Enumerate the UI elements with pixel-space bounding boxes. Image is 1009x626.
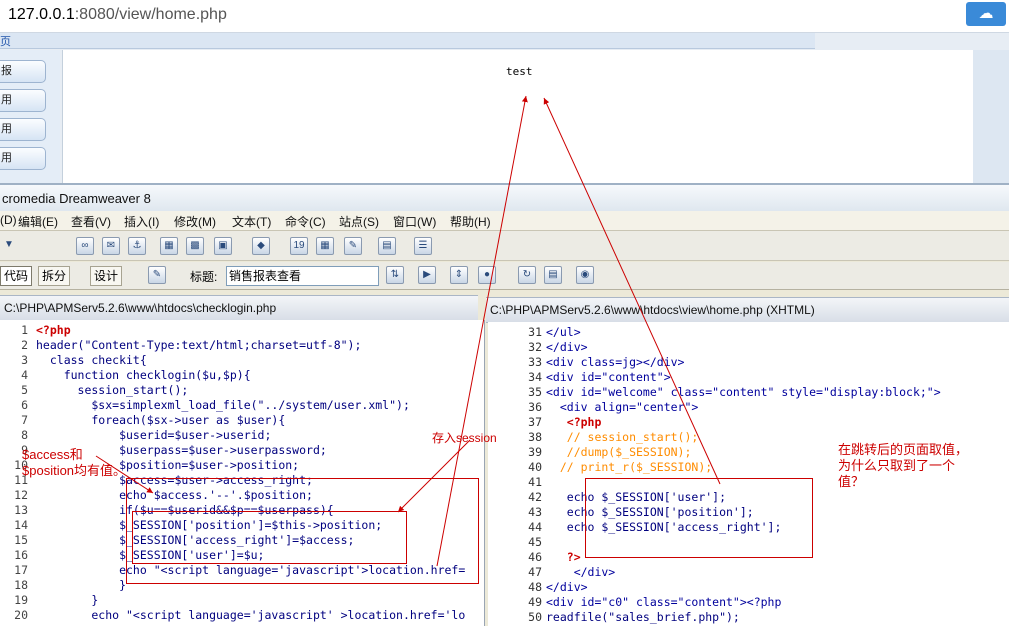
annotation-box-right xyxy=(585,478,813,558)
annotation-left-note: $access和 $position均有值。 xyxy=(22,447,127,478)
annotation-right-note: 在跳转后的页面取值， 为什么只取到了一个 值？ xyxy=(838,442,969,489)
annotation-save-session: 存入session xyxy=(432,431,497,445)
annotation-box-left-inner xyxy=(132,511,407,564)
arrow-right-to-output xyxy=(543,97,721,485)
